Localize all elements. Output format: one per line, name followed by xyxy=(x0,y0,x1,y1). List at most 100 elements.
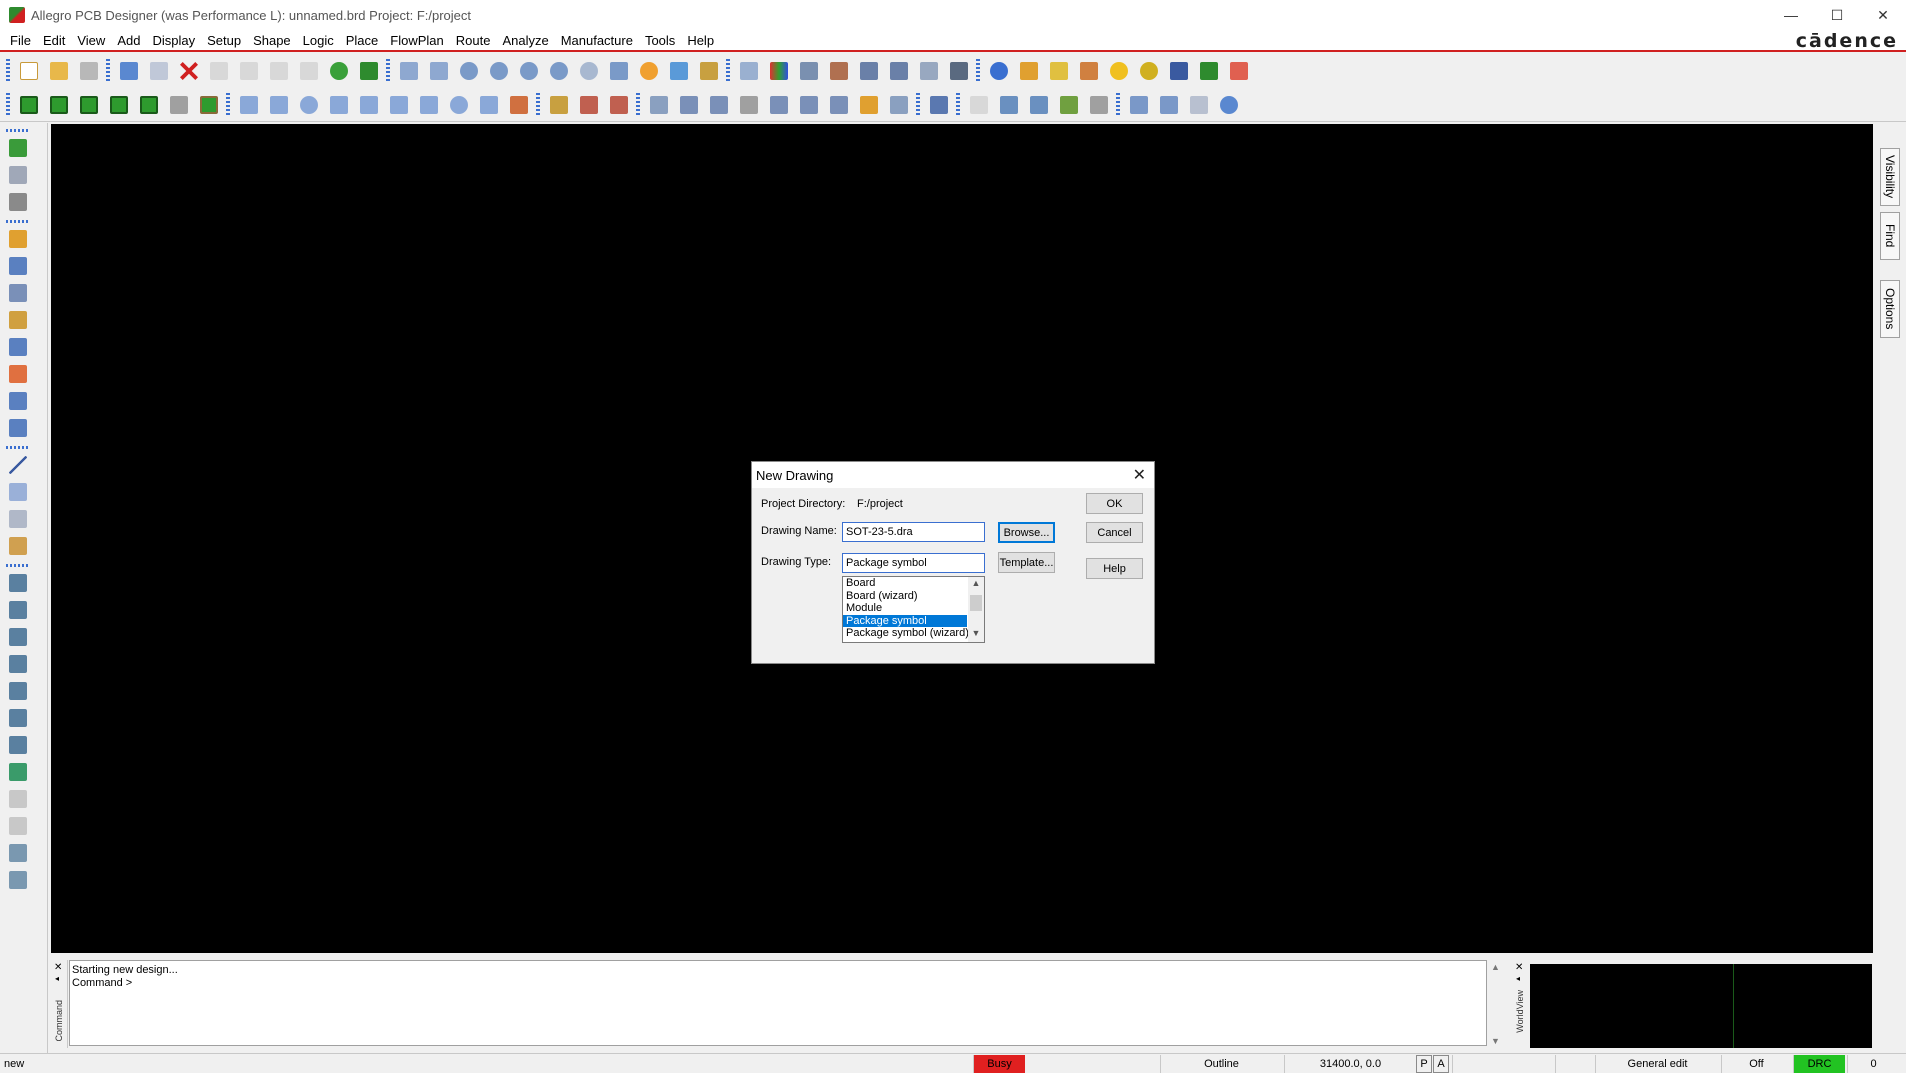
drawing-type-input[interactable] xyxy=(842,553,985,573)
toolbar-grip[interactable] xyxy=(916,92,920,117)
toolbar-grip[interactable] xyxy=(636,92,640,117)
markup-button[interactable] xyxy=(1227,59,1251,83)
status-drc-indicator[interactable]: DRC xyxy=(1793,1055,1845,1073)
list-scrollbar[interactable]: ▲ ▼ xyxy=(968,577,984,642)
color-button[interactable] xyxy=(767,59,791,83)
flow-route-6-button[interactable] xyxy=(6,706,30,730)
close-window-button[interactable]: ✕ xyxy=(1860,0,1906,30)
zoom-points-button[interactable] xyxy=(427,59,451,83)
toolbar-grip[interactable] xyxy=(6,129,30,132)
scroll-thumb[interactable] xyxy=(970,595,982,611)
redo-button[interactable] xyxy=(267,59,291,83)
flow-route-12-button[interactable] xyxy=(6,868,30,892)
copy-button[interactable] xyxy=(147,59,171,83)
toolbar-grip[interactable] xyxy=(6,220,30,223)
undo-step-button[interactable] xyxy=(237,59,261,83)
grid-toggle-button[interactable] xyxy=(737,59,761,83)
menu-edit[interactable]: Edit xyxy=(37,33,71,48)
list-item[interactable]: Package symbol (wizard) xyxy=(843,627,969,640)
measure-button[interactable] xyxy=(1047,59,1071,83)
list-item-selected[interactable]: Package symbol xyxy=(843,614,967,628)
status-a-toggle[interactable]: A xyxy=(1433,1055,1449,1073)
dialog-close-button[interactable]: ✕ xyxy=(1133,465,1146,485)
toolbar-grip[interactable] xyxy=(226,92,230,117)
shape-void-button[interactable] xyxy=(167,93,191,117)
place-quick-button[interactable] xyxy=(6,190,30,214)
save-button[interactable] xyxy=(77,59,101,83)
route-plan-button[interactable] xyxy=(707,93,731,117)
info-button[interactable] xyxy=(987,59,1011,83)
zoom-fit-button[interactable] xyxy=(457,59,481,83)
void-rectangle-button[interactable] xyxy=(417,93,441,117)
custom-smooth-button[interactable] xyxy=(6,308,30,332)
shape-fill-button-2[interactable] xyxy=(47,93,71,117)
add-rectangle-button[interactable] xyxy=(267,93,291,117)
book-update-button[interactable] xyxy=(1027,93,1051,117)
place-refdes-button[interactable] xyxy=(6,163,30,187)
void-circle-button[interactable] xyxy=(447,93,471,117)
toolbar-grip[interactable] xyxy=(1116,92,1120,117)
status-p-toggle[interactable]: P xyxy=(1416,1055,1432,1073)
zoom-in-button[interactable] xyxy=(487,59,511,83)
help-dialog-button[interactable]: Help xyxy=(1086,558,1143,579)
edit-boundary-button[interactable] xyxy=(387,93,411,117)
slide-button[interactable] xyxy=(6,254,30,278)
toolbar-grip[interactable] xyxy=(6,446,30,449)
cancel-button[interactable]: Cancel xyxy=(1086,522,1143,543)
tab-options[interactable]: Options xyxy=(1880,280,1900,338)
place-button[interactable] xyxy=(547,93,571,117)
toolbar-grip[interactable] xyxy=(956,92,960,117)
3d-canvas-button[interactable] xyxy=(647,93,671,117)
shape-fill-button-4[interactable] xyxy=(107,93,131,117)
toolbar-grip[interactable] xyxy=(536,92,540,117)
zoom-previous-button[interactable] xyxy=(577,59,601,83)
bus-route-button[interactable] xyxy=(6,335,30,359)
scroll-down-icon[interactable]: ▼ xyxy=(968,628,984,642)
toolbar-grip[interactable] xyxy=(106,59,110,83)
add-rect-button[interactable] xyxy=(6,480,30,504)
menu-place[interactable]: Place xyxy=(340,33,385,48)
flow-route-7-button[interactable] xyxy=(6,733,30,757)
windows-button[interactable] xyxy=(1127,93,1151,117)
console-pin-icon[interactable]: ◂ xyxy=(55,974,59,983)
select-shape-button[interactable] xyxy=(327,93,351,117)
menu-display[interactable]: Display xyxy=(146,33,201,48)
flow-route-11-button[interactable] xyxy=(6,841,30,865)
component-button[interactable] xyxy=(827,93,851,117)
minimize-button[interactable]: — xyxy=(1768,0,1814,30)
zoom-selection-button[interactable] xyxy=(607,59,631,83)
auto-route-button[interactable] xyxy=(6,389,30,413)
toolbar-grip[interactable] xyxy=(6,564,30,567)
waveform-button[interactable] xyxy=(927,93,951,117)
renumber-button[interactable] xyxy=(767,93,791,117)
snapshot-button[interactable] xyxy=(737,93,761,117)
island-button[interactable] xyxy=(507,93,531,117)
test-point-button[interactable] xyxy=(857,93,881,117)
menu-setup[interactable]: Setup xyxy=(201,33,247,48)
fanout-button[interactable] xyxy=(6,362,30,386)
zoom-world-button[interactable] xyxy=(547,59,571,83)
spreadsheet-button[interactable] xyxy=(917,59,941,83)
status-edit-mode[interactable]: General edit xyxy=(1595,1055,1719,1073)
redo-step-button[interactable] xyxy=(297,59,321,83)
new-part-button[interactable] xyxy=(967,93,991,117)
menu-file[interactable]: File xyxy=(4,33,37,48)
worldview-close-icon[interactable]: ✕ xyxy=(1515,962,1523,973)
status-off[interactable]: Off xyxy=(1721,1055,1791,1073)
scroll-up-icon[interactable]: ▲ xyxy=(1491,962,1500,972)
flow-route-4-button[interactable] xyxy=(6,652,30,676)
highlight-button[interactable] xyxy=(1077,59,1101,83)
flag-button[interactable] xyxy=(797,93,821,117)
browse-button[interactable]: Browse... xyxy=(998,522,1055,543)
menu-route[interactable]: Route xyxy=(450,33,497,48)
delete-button[interactable] xyxy=(177,59,201,83)
menu-flowplan[interactable]: FlowPlan xyxy=(384,33,449,48)
tab-visibility[interactable]: Visibility xyxy=(1880,148,1900,206)
report-button[interactable] xyxy=(1017,59,1041,83)
cut-net-button[interactable] xyxy=(1087,93,1111,117)
menu-add[interactable]: Add xyxy=(111,33,146,48)
manual-void-button[interactable] xyxy=(357,93,381,117)
message-button[interactable] xyxy=(1187,93,1211,117)
flip-view-button[interactable] xyxy=(697,59,721,83)
shape-fill-button-1[interactable] xyxy=(17,93,41,117)
